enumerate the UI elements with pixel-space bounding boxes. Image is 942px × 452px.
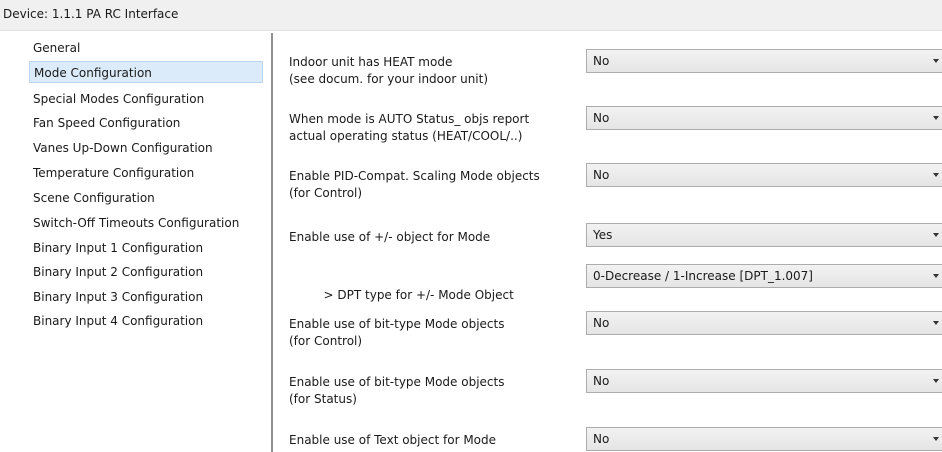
sidebar-item-general[interactable]: General bbox=[33, 37, 80, 59]
sidebar-item-binary-input-2-configuration[interactable]: Binary Input 2 Configuration bbox=[33, 261, 203, 283]
param-label: > DPT type for +/- Mode Object bbox=[293, 270, 585, 321]
dropdown-value: No bbox=[593, 54, 610, 68]
chevron-down-icon bbox=[933, 59, 939, 63]
chevron-down-icon bbox=[933, 233, 939, 237]
sidebar-item-switch-off-timeouts-configuration[interactable]: Switch-Off Timeouts Configuration bbox=[33, 212, 239, 234]
param-label-line: Enable use of bit-type Mode objects bbox=[289, 375, 505, 389]
dpt-type-dropdown[interactable]: 0-Decrease / 1-Increase [DPT_1.007] bbox=[586, 264, 942, 288]
bit-mode-control-dropdown[interactable]: No bbox=[586, 311, 942, 335]
sidebar-item-vanes-up-down-configuration[interactable]: Vanes Up-Down Configuration bbox=[33, 137, 213, 159]
param-label-line: actual operating status (HEAT/COOL/..) bbox=[289, 129, 523, 143]
dropdown-value: No bbox=[593, 374, 610, 388]
param-label: Enable use of bit-type Mode objects (for… bbox=[289, 316, 581, 350]
param-label-line: (for Status) bbox=[289, 392, 357, 406]
title-bar: Device: 1.1.1 PA RC Interface bbox=[0, 0, 942, 31]
param-label: Enable use of Text object for Mode bbox=[289, 432, 581, 449]
auto-status-dropdown[interactable]: No bbox=[586, 106, 942, 130]
param-label-line: (see docum. for your indoor unit) bbox=[289, 72, 489, 86]
heat-mode-dropdown[interactable]: No bbox=[586, 49, 942, 73]
chevron-down-icon bbox=[933, 173, 939, 177]
chevron-down-icon bbox=[933, 379, 939, 383]
param-label-line: > DPT type for +/- Mode Object bbox=[315, 288, 514, 302]
param-label-line: Indoor unit has HEAT mode bbox=[289, 55, 453, 69]
dropdown-value: No bbox=[593, 316, 610, 330]
parameter-panel: Indoor unit has HEAT mode (see docum. fo… bbox=[273, 31, 942, 452]
text-object-mode-dropdown[interactable]: No bbox=[586, 427, 942, 451]
param-label: Enable use of +/- object for Mode bbox=[289, 229, 581, 246]
sidebar: General Mode Configuration Special Modes… bbox=[0, 31, 271, 452]
param-label: Enable PID-Compat. Scaling Mode objects … bbox=[289, 168, 581, 202]
param-label-line: Enable use of bit-type Mode objects bbox=[289, 317, 505, 331]
dropdown-value: No bbox=[593, 432, 610, 446]
dropdown-value: Yes bbox=[593, 228, 613, 242]
bit-mode-status-dropdown[interactable]: No bbox=[586, 369, 942, 393]
app-window: Device: 1.1.1 PA RC Interface General Mo… bbox=[0, 0, 942, 452]
chevron-down-icon bbox=[933, 321, 939, 325]
dropdown-value: No bbox=[593, 111, 610, 125]
sidebar-item-scene-configuration[interactable]: Scene Configuration bbox=[33, 187, 155, 209]
dropdown-value: No bbox=[593, 168, 610, 182]
param-label-line: Enable use of +/- object for Mode bbox=[289, 230, 491, 244]
window-title: Device: 1.1.1 PA RC Interface bbox=[3, 7, 179, 21]
param-label-line: Enable PID-Compat. Scaling Mode objects bbox=[289, 169, 540, 183]
sidebar-item-binary-input-4-configuration[interactable]: Binary Input 4 Configuration bbox=[33, 310, 203, 332]
chevron-down-icon bbox=[933, 116, 939, 120]
plus-minus-mode-dropdown[interactable]: Yes bbox=[586, 223, 942, 247]
param-label: Indoor unit has HEAT mode (see docum. fo… bbox=[289, 54, 581, 88]
sidebar-item-special-modes-configuration[interactable]: Special Modes Configuration bbox=[33, 88, 204, 110]
sidebar-item-binary-input-1-configuration[interactable]: Binary Input 1 Configuration bbox=[33, 237, 203, 259]
param-label: Enable use of bit-type Mode objects (for… bbox=[289, 374, 581, 408]
pid-scaling-dropdown[interactable]: No bbox=[586, 163, 942, 187]
param-label-line: (for Control) bbox=[289, 186, 363, 200]
chevron-down-icon bbox=[933, 274, 939, 278]
sidebar-item-temperature-configuration[interactable]: Temperature Configuration bbox=[33, 162, 194, 184]
sidebar-item-fan-speed-configuration[interactable]: Fan Speed Configuration bbox=[33, 112, 180, 134]
param-label-line: (for Control) bbox=[289, 334, 363, 348]
dropdown-value: 0-Decrease / 1-Increase [DPT_1.007] bbox=[593, 269, 813, 283]
param-label-line: Enable use of Text object for Mode bbox=[289, 433, 497, 447]
param-label-line: When mode is AUTO Status_ objs report bbox=[289, 112, 530, 126]
sidebar-item-binary-input-3-configuration[interactable]: Binary Input 3 Configuration bbox=[33, 286, 203, 308]
param-label: When mode is AUTO Status_ objs report ac… bbox=[289, 111, 581, 145]
chevron-down-icon bbox=[933, 437, 939, 441]
sidebar-item-mode-configuration[interactable]: Mode Configuration bbox=[29, 61, 263, 83]
